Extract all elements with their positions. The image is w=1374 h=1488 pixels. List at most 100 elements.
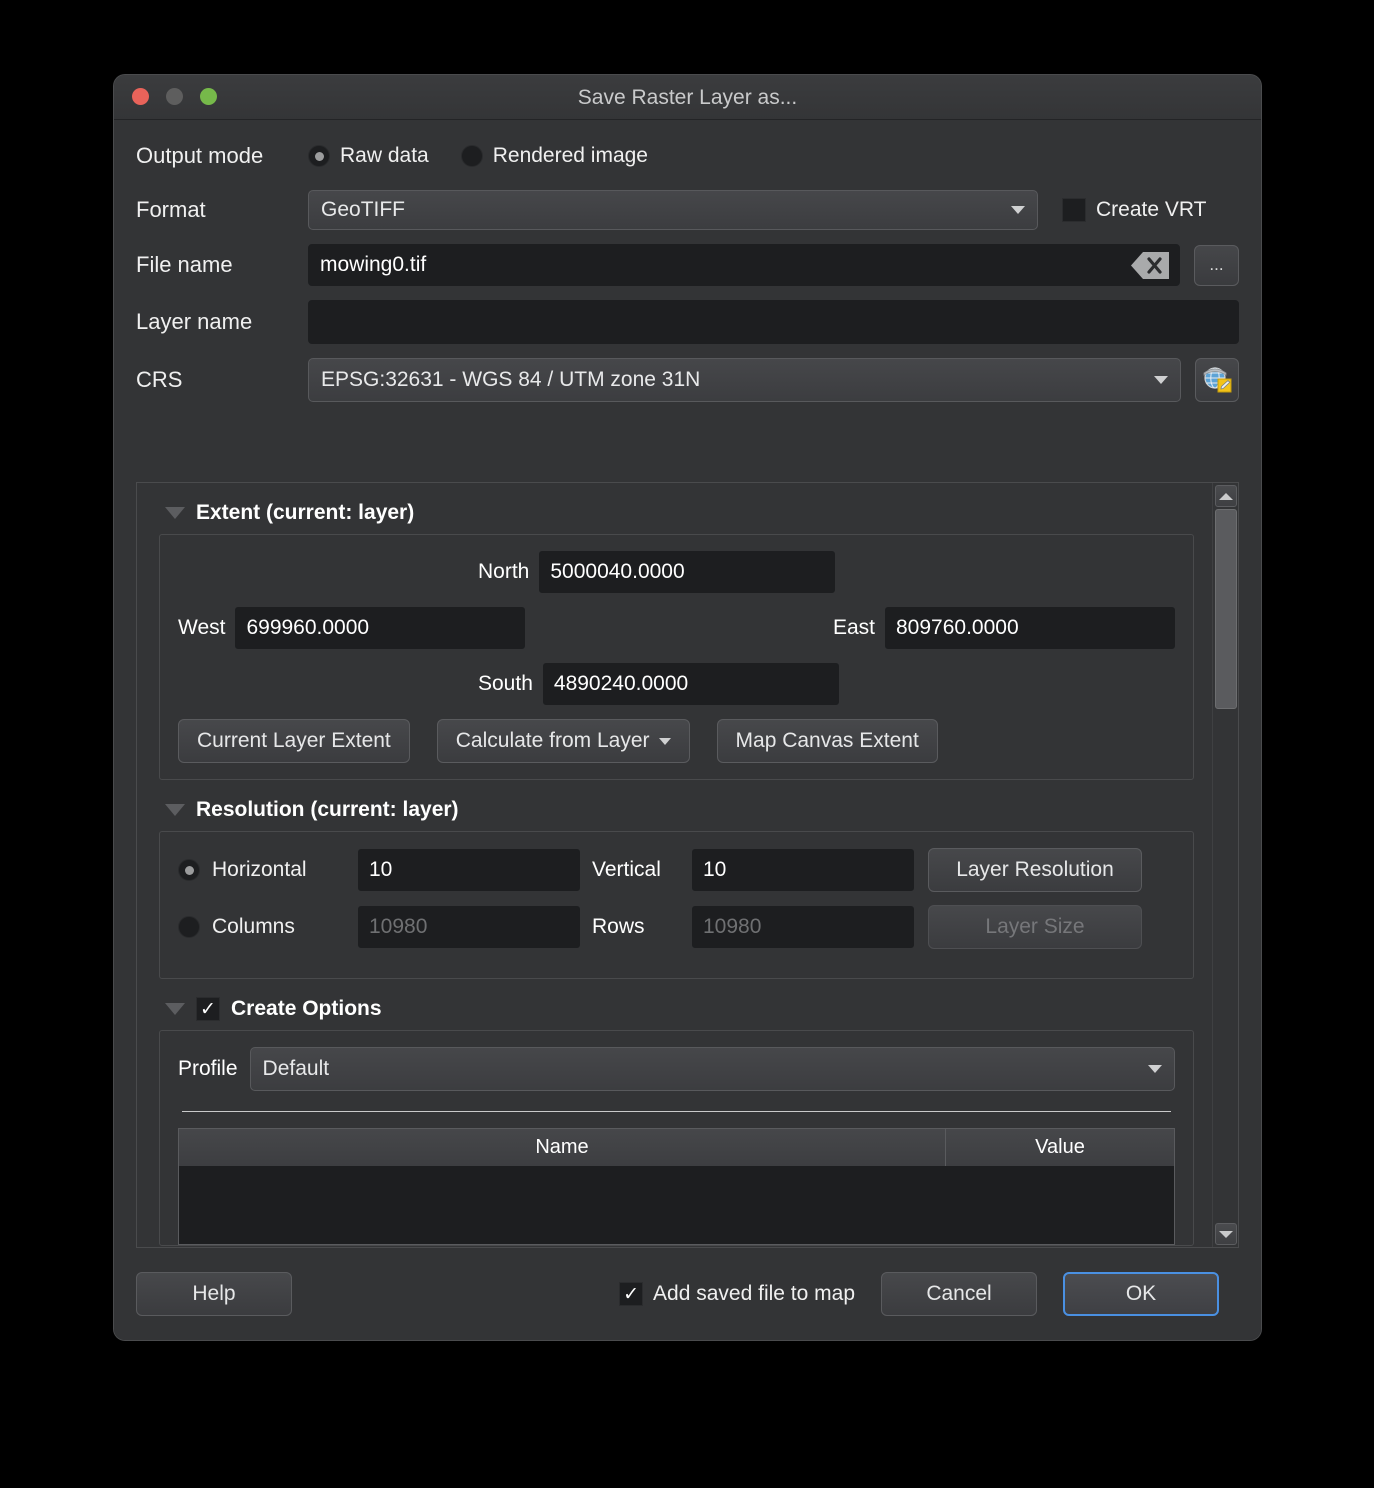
chevron-down-icon[interactable] — [165, 1003, 185, 1015]
layer-name-row: Layer name — [136, 300, 1239, 344]
radio-raw-data-indicator[interactable] — [308, 145, 330, 167]
columns-input[interactable]: 10980 — [358, 906, 580, 948]
cancel-button[interactable]: Cancel — [881, 1272, 1037, 1316]
column-header-value[interactable]: Value — [946, 1129, 1174, 1166]
file-name-input[interactable]: mowing0.tif — [308, 244, 1180, 286]
scroll-up-button[interactable] — [1215, 485, 1237, 507]
extent-west-label: West — [178, 616, 226, 639]
create-options-panel: Profile Default Name Value — [159, 1030, 1194, 1246]
crs-row: CRS EPSG:32631 - WGS 84 / UTM zone 31N — [136, 358, 1239, 402]
globe-icon — [1201, 362, 1233, 399]
layer-resolution-button[interactable]: Layer Resolution — [928, 848, 1142, 892]
horizontal-label: Horizontal — [212, 858, 307, 881]
add-saved-file-checkbox-box[interactable]: ✓ — [619, 1282, 644, 1306]
extent-west-value: 699960.0000 — [246, 616, 370, 639]
resolution-section-title: Resolution (current: layer) — [196, 798, 459, 821]
ok-button[interactable]: OK — [1063, 1272, 1219, 1316]
chevron-down-icon — [1154, 376, 1168, 384]
extent-south-value: 4890240.0000 — [553, 672, 689, 695]
extent-south-input[interactable]: 4890240.0000 — [542, 663, 839, 705]
add-saved-file-label: Add saved file to map — [653, 1282, 855, 1305]
crs-value: EPSG:32631 - WGS 84 / UTM zone 31N — [321, 368, 701, 391]
extent-east-label: East — [832, 616, 875, 639]
create-vrt-checkbox[interactable]: ✓ Create VRT — [1062, 198, 1207, 222]
select-crs-button[interactable] — [1195, 358, 1239, 402]
options-scroll-area: Extent (current: layer) North 5000040.00… — [136, 482, 1239, 1248]
scroll-down-button[interactable] — [1215, 1223, 1237, 1245]
chevron-down-icon[interactable] — [165, 804, 185, 816]
radio-raw-data-label: Raw data — [340, 144, 429, 167]
calculate-from-layer-button[interactable]: Calculate from Layer — [436, 719, 690, 763]
chevron-down-icon — [658, 737, 671, 745]
profile-label: Profile — [178, 1057, 238, 1080]
extent-panel: North 5000040.0000 West 699960.0000 East… — [159, 534, 1194, 780]
title-bar: Save Raster Layer as... — [114, 75, 1261, 120]
scrollbar-thumb[interactable] — [1215, 509, 1237, 709]
rows-input[interactable]: 10980 — [692, 906, 914, 948]
radio-horizontal[interactable]: Horizontal — [178, 858, 358, 882]
extent-section-header[interactable]: Extent (current: layer) — [165, 501, 1194, 525]
extent-west-input[interactable]: 699960.0000 — [235, 607, 526, 649]
columns-label: Columns — [212, 915, 295, 938]
save-raster-layer-dialog: Save Raster Layer as... Output mode Raw … — [114, 75, 1261, 1340]
map-canvas-extent-label: Map Canvas Extent — [735, 729, 919, 752]
horizontal-input[interactable]: 10 — [358, 849, 580, 891]
browse-button-label: ... — [1209, 255, 1224, 274]
extent-east-input[interactable]: 809760.0000 — [885, 607, 1175, 649]
extent-section-title: Extent (current: layer) — [196, 501, 415, 524]
extent-west-east-row: West 699960.0000 East 809760.0000 — [178, 607, 1175, 649]
radio-columns-indicator[interactable] — [178, 916, 200, 938]
browse-file-button[interactable]: ... — [1194, 244, 1239, 286]
radio-horizontal-indicator[interactable] — [178, 859, 200, 881]
create-options-checkbox[interactable]: ✓ — [196, 997, 220, 1021]
layer-size-button: Layer Size — [928, 905, 1142, 949]
extent-north-input[interactable]: 5000040.0000 — [539, 551, 836, 593]
horizontal-value: 10 — [369, 858, 393, 881]
vertical-input[interactable]: 10 — [692, 849, 914, 891]
extent-east-value: 809760.0000 — [896, 616, 1019, 639]
extent-north-row: North 5000040.0000 — [178, 551, 1175, 593]
triangle-down-icon — [1219, 1230, 1233, 1238]
radio-rendered-image-indicator[interactable] — [460, 145, 483, 167]
layer-name-label: Layer name — [136, 309, 253, 334]
clear-icon[interactable] — [1131, 251, 1169, 279]
radio-rendered-image-label: Rendered image — [492, 144, 648, 167]
top-form: Output mode Raw data Rendered image Form… — [114, 120, 1261, 402]
resolution-section-header[interactable]: Resolution (current: layer) — [165, 798, 1194, 822]
extent-south-label: South — [478, 672, 533, 695]
output-mode-row: Output mode Raw data Rendered image — [136, 136, 1239, 176]
layer-name-input[interactable] — [308, 300, 1239, 344]
chevron-down-icon[interactable] — [165, 507, 185, 519]
format-select[interactable]: GeoTIFF — [308, 190, 1038, 230]
profile-select[interactable]: Default — [249, 1047, 1175, 1091]
radio-rendered-image[interactable]: Rendered image — [460, 144, 648, 168]
extent-buttons: Current Layer Extent Calculate from Laye… — [178, 719, 1175, 763]
create-options-table: Name Value — [178, 1128, 1175, 1245]
profile-row: Profile Default — [178, 1047, 1175, 1091]
create-vrt-checkbox-box[interactable]: ✓ — [1062, 198, 1086, 222]
radio-columns[interactable]: Columns — [178, 915, 358, 939]
create-vrt-label: Create VRT — [1096, 198, 1207, 221]
crs-select[interactable]: EPSG:32631 - WGS 84 / UTM zone 31N — [308, 358, 1181, 402]
options-scroll-content: Extent (current: layer) North 5000040.00… — [137, 483, 1212, 1247]
output-mode-label: Output mode — [136, 143, 264, 168]
help-button[interactable]: Help — [136, 1272, 292, 1316]
file-name-value: mowing0.tif — [320, 253, 427, 276]
column-header-name[interactable]: Name — [179, 1129, 946, 1166]
current-layer-extent-button[interactable]: Current Layer Extent — [178, 719, 410, 763]
create-options-title: Create Options — [231, 997, 382, 1020]
table-body[interactable] — [179, 1166, 1174, 1244]
rows-label: Rows — [592, 915, 645, 938]
add-saved-file-checkbox[interactable]: ✓ Add saved file to map — [619, 1282, 855, 1306]
vertical-scrollbar[interactable] — [1212, 483, 1238, 1247]
create-options-section-header[interactable]: ✓ Create Options — [165, 997, 1194, 1021]
radio-raw-data[interactable]: Raw data — [308, 144, 429, 168]
triangle-up-icon — [1219, 492, 1233, 500]
map-canvas-extent-button[interactable]: Map Canvas Extent — [716, 719, 938, 763]
table-header-row: Name Value — [179, 1129, 1174, 1166]
extent-north-value: 5000040.0000 — [550, 560, 685, 583]
calculate-from-layer-label: Calculate from Layer — [455, 729, 650, 752]
crs-label: CRS — [136, 367, 183, 392]
window-title: Save Raster Layer as... — [577, 86, 798, 109]
layer-resolution-label: Layer Resolution — [956, 858, 1114, 881]
